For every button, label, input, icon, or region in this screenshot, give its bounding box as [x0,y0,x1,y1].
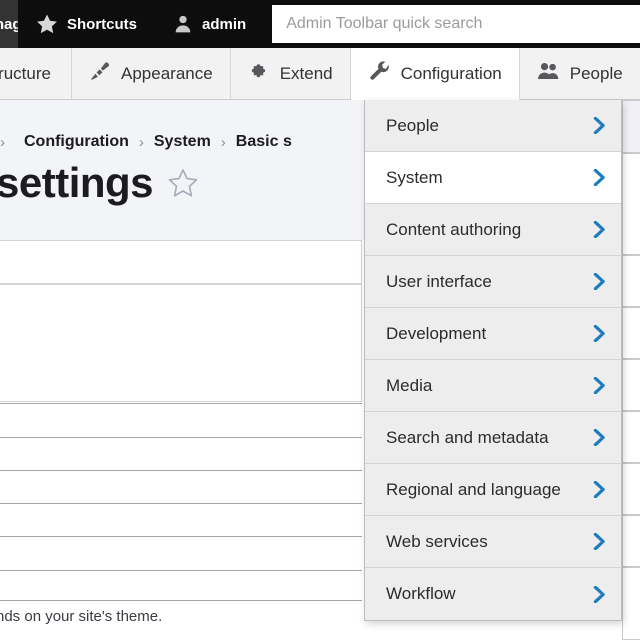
breadcrumb-separator-1: › [138,133,144,151]
star-icon [36,13,58,35]
paintbrush-icon [89,60,111,87]
config-menu-item-development[interactable]: Development [365,308,621,360]
submenu-panel-search[interactable] [622,463,640,515]
config-menu-item-development-label: Development [386,323,487,343]
form-section-divider-5 [0,536,362,537]
admin-search-container [264,0,640,48]
admin-search-input[interactable] [272,5,640,43]
form-field-site-slogan[interactable] [0,284,362,402]
config-menu-item-system-label: System [386,167,443,187]
config-menu-item-web-services[interactable]: Web services [365,516,621,568]
form-field-site-name[interactable] [0,240,362,284]
breadcrumb-item-system[interactable]: System [154,133,211,151]
form-section-divider-6 [0,570,362,571]
menu-tab-appearance-label: Appearance [121,63,213,83]
submenu-panel-regional[interactable] [622,515,640,567]
menu-tab-people[interactable]: People [520,48,640,99]
config-menu-item-people-label: People [386,115,439,135]
config-menu-item-user-interface-label: User interface [386,271,492,291]
chevron-right-icon [592,429,607,446]
admin-menu-bar: Structure Appearance Extend [0,48,640,100]
person-icon [173,13,193,35]
breadcrumb-item-configuration[interactable]: Configuration [24,133,129,151]
page-title-row: settings [0,162,199,204]
config-menu-item-media-label: Media [386,375,433,395]
shortcuts-label: Shortcuts [67,15,138,33]
chevron-right-icon [592,533,607,550]
chevron-right-icon [592,117,607,134]
config-menu-item-workflow-label: Workflow [386,584,456,603]
config-menu-item-content-authoring[interactable]: Content authoring [365,204,621,256]
admin-toolbar: Manage Shortcuts admin [0,0,640,48]
submenu-panel-system[interactable] [622,153,640,255]
form-section-divider-2 [0,437,362,438]
form-section-divider-1 [0,403,362,404]
page-title: settings [0,159,154,206]
submenu-panel-media[interactable] [622,411,640,463]
breadcrumb: › Configuration › System › Basic s [0,133,292,151]
submenu-panel-content-authoring[interactable] [622,255,640,307]
config-menu-item-search-and-metadata[interactable]: Search and metadata [365,412,621,464]
chevron-right-icon [592,273,607,290]
chevron-right-icon [592,481,607,498]
user-label: admin [202,15,247,33]
submenu-panel-people[interactable] [622,100,640,153]
shortcuts-button[interactable]: Shortcuts [18,0,155,48]
breadcrumb-separator-2: › [220,133,226,151]
submenu-panel-web-services[interactable] [622,567,640,640]
config-menu-item-content-authoring-label: Content authoring [386,219,522,239]
breadcrumb-item-basic-site-settings[interactable]: Basic s [236,133,292,151]
people-icon [537,60,560,87]
config-menu-item-system[interactable]: System [365,152,621,204]
menu-tab-appearance[interactable]: Appearance [72,48,231,99]
configuration-dropdown-menu: People System Content authoring User int… [364,100,622,621]
menu-tab-extend-label: Extend [279,63,333,83]
menu-tab-people-label: People [569,63,623,83]
menu-tab-structure[interactable]: Structure [0,48,72,99]
form-help-text: nds on your site's theme. [0,608,163,625]
user-account-button[interactable]: admin [155,0,264,48]
config-menu-item-people[interactable]: People [365,100,621,152]
star-outline-icon[interactable] [167,167,199,199]
menu-tab-configuration[interactable]: Configuration [350,48,520,100]
form-section-divider-7 [0,600,362,601]
config-menu-item-user-interface[interactable]: User interface [365,256,621,308]
form-section-divider-4 [0,503,362,504]
chevron-right-icon [592,169,607,186]
chevron-right-icon [592,585,607,603]
chevron-right-icon [592,377,607,394]
config-menu-item-search-and-metadata-label: Search and metadata [386,427,549,447]
admin-toolbar-home-tab[interactable]: Manage [0,0,18,48]
config-menu-item-regional-and-language[interactable]: Regional and language [365,464,621,516]
form-section-divider-3 [0,470,362,471]
submenu-panel-development[interactable] [622,359,640,411]
config-menu-item-regional-and-language-label: Regional and language [386,479,561,499]
wrench-icon [368,60,391,88]
submenu-panel-user-interface[interactable] [622,307,640,359]
menu-tab-structure-label: Structure [0,63,51,83]
menu-tab-configuration-label: Configuration [400,63,502,83]
chevron-right-icon [592,325,607,342]
breadcrumb-separator-0: › [0,133,5,151]
config-menu-item-workflow[interactable]: Workflow [365,568,621,620]
screen: Manage Shortcuts admin S [0,0,640,640]
config-menu-item-web-services-label: Web services [386,531,488,551]
config-menu-item-media[interactable]: Media [365,360,621,412]
puzzle-icon [248,60,270,87]
menu-tab-extend[interactable]: Extend [231,48,351,99]
admin-toolbar-home-label: Manage [0,15,18,33]
chevron-right-icon [592,221,607,238]
